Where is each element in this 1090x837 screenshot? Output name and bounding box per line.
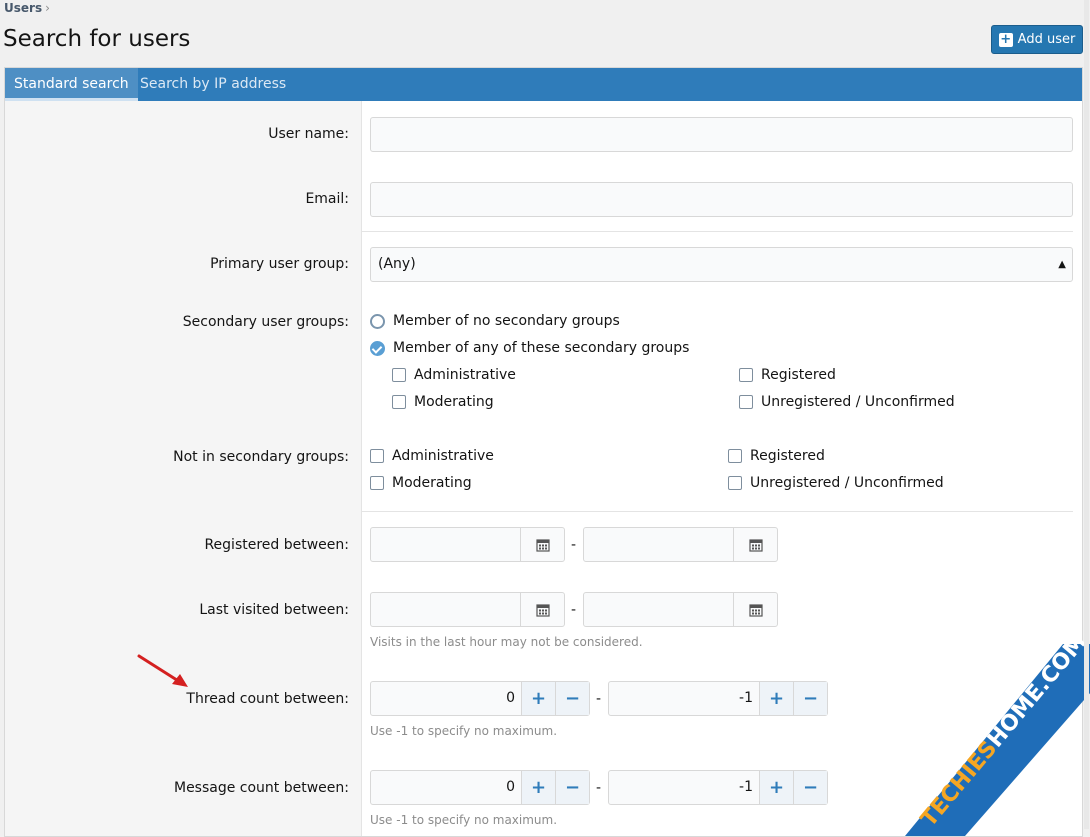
divider <box>362 511 1073 512</box>
add-user-label: Add user <box>1017 32 1076 47</box>
label-column <box>5 101 362 836</box>
plus-button[interactable]: + <box>759 682 793 715</box>
checkbox-icon <box>739 368 753 382</box>
last-visited-start-date[interactable] <box>370 592 565 627</box>
radio-any-secondary[interactable]: Member of any of these secondary groups <box>370 340 689 356</box>
radio-no-secondary[interactable]: Member of no secondary groups <box>370 313 620 329</box>
calendar-icon[interactable] <box>520 528 564 561</box>
radio-any-secondary-label: Member of any of these secondary groups <box>393 340 690 356</box>
thread-count-hint: Use -1 to specify no maximum. <box>370 724 558 738</box>
calendar-icon[interactable] <box>733 593 777 626</box>
range-separator: - <box>596 780 602 796</box>
checkbox-icon <box>370 449 384 463</box>
checkbox-label: Registered <box>750 448 825 464</box>
select-arrows-icon: ▲ <box>1058 259 1066 270</box>
not-in-groups-label: Not in secondary groups: <box>173 449 349 465</box>
number-value[interactable]: 0 <box>371 682 521 715</box>
calendar-icon[interactable] <box>520 593 564 626</box>
page-title: Search for users <box>3 26 191 52</box>
tab-bar: Standard search Search by IP address <box>5 68 1082 101</box>
primary-group-value: (Any) <box>378 256 416 272</box>
calendar-icon[interactable] <box>733 528 777 561</box>
secondary-checkbox-registered[interactable]: Registered <box>739 367 836 383</box>
red-arrow-icon <box>137 654 188 687</box>
breadcrumb-users[interactable]: Users <box>4 1 42 15</box>
checkbox-label: Unregistered / Unconfirmed <box>761 394 955 410</box>
date-input[interactable] <box>584 528 733 561</box>
thread-count-max[interactable]: -1 + − <box>608 681 828 716</box>
message-count-max[interactable]: -1 + − <box>608 770 828 805</box>
plus-button[interactable]: + <box>759 771 793 804</box>
not-in-checkbox-moderating[interactable]: Moderating <box>370 475 472 491</box>
radio-no-secondary-label: Member of no secondary groups <box>393 313 620 329</box>
breadcrumb-separator: › <box>45 1 50 15</box>
not-in-checkbox-unregistered[interactable]: Unregistered / Unconfirmed <box>728 475 944 491</box>
checkbox-icon <box>728 449 742 463</box>
secondary-checkbox-unregistered[interactable]: Unregistered / Unconfirmed <box>739 394 955 410</box>
minus-button[interactable]: − <box>555 771 589 804</box>
plus-button[interactable]: + <box>521 682 555 715</box>
divider <box>362 231 1073 232</box>
checkbox-label: Moderating <box>414 394 494 410</box>
checkbox-icon <box>392 395 406 409</box>
minus-button[interactable]: − <box>793 682 827 715</box>
registered-end-date[interactable] <box>583 527 778 562</box>
minus-button[interactable]: − <box>793 771 827 804</box>
minus-button[interactable]: − <box>555 682 589 715</box>
checkbox-icon <box>728 476 742 490</box>
tab-search-by-ip[interactable]: Search by IP address <box>131 68 295 101</box>
checkbox-label: Moderating <box>392 475 472 491</box>
checkbox-icon <box>370 476 384 490</box>
not-in-checkbox-administrative[interactable]: Administrative <box>370 448 494 464</box>
date-input[interactable] <box>371 593 520 626</box>
checkbox-label: Administrative <box>414 367 516 383</box>
checkbox-label: Unregistered / Unconfirmed <box>750 475 944 491</box>
last-visited-hint: Visits in the last hour may not be consi… <box>370 635 643 649</box>
registered-between-label: Registered between: <box>204 537 349 553</box>
add-user-button[interactable]: + Add user <box>991 25 1083 54</box>
username-input[interactable] <box>370 117 1073 152</box>
checkbox-label: Administrative <box>392 448 494 464</box>
message-count-min[interactable]: 0 + − <box>370 770 590 805</box>
thread-count-label: Thread count between: <box>186 691 349 707</box>
scrollbar[interactable] <box>1083 0 1090 829</box>
secondary-checkbox-moderating[interactable]: Moderating <box>392 394 494 410</box>
breadcrumb[interactable]: Users › <box>4 1 50 15</box>
email-label: Email: <box>305 191 349 207</box>
thread-count-min[interactable]: 0 + − <box>370 681 590 716</box>
primary-group-select[interactable]: (Any) ▲ <box>370 247 1073 282</box>
username-label: User name: <box>268 126 349 142</box>
message-count-label: Message count between: <box>173 780 349 796</box>
range-separator: - <box>571 602 577 618</box>
secondary-checkbox-administrative[interactable]: Administrative <box>392 367 516 383</box>
number-value[interactable]: -1 <box>609 682 759 715</box>
date-input[interactable] <box>584 593 733 626</box>
search-panel: Standard search Search by IP address Use… <box>4 67 1083 837</box>
radio-checked-icon <box>370 340 385 356</box>
radio-unchecked-icon <box>370 313 385 329</box>
number-value[interactable]: -1 <box>609 771 759 804</box>
not-in-checkbox-registered[interactable]: Registered <box>728 448 825 464</box>
range-separator: - <box>596 691 602 707</box>
last-visited-end-date[interactable] <box>583 592 778 627</box>
checkbox-icon <box>739 395 753 409</box>
message-count-hint: Use -1 to specify no maximum. <box>370 813 558 827</box>
range-separator: - <box>571 537 577 553</box>
number-value[interactable]: 0 <box>371 771 521 804</box>
registered-start-date[interactable] <box>370 527 565 562</box>
secondary-groups-label: Secondary user groups: <box>182 314 349 330</box>
plus-button[interactable]: + <box>521 771 555 804</box>
last-visited-label: Last visited between: <box>199 602 349 618</box>
tab-standard-search[interactable]: Standard search <box>5 68 138 101</box>
checkbox-label: Registered <box>761 367 836 383</box>
primary-group-label: Primary user group: <box>210 256 349 272</box>
date-input[interactable] <box>371 528 520 561</box>
checkbox-icon <box>392 368 406 382</box>
plus-square-icon: + <box>998 31 1013 47</box>
email-input[interactable] <box>370 182 1073 217</box>
